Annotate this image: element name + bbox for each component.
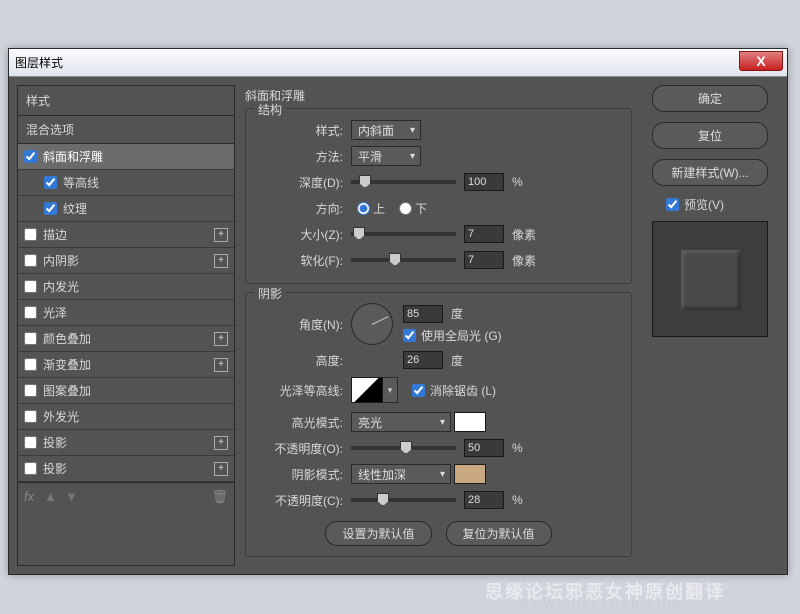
- color-overlay-checkbox[interactable]: [24, 332, 37, 345]
- close-button[interactable]: X: [739, 51, 783, 71]
- highlight-opacity-slider[interactable]: [351, 446, 456, 450]
- altitude-label: 高度:: [256, 352, 351, 369]
- structure-group: 结构 样式: 内斜面 方法: 平滑 深度(D): % 方向: 上: [245, 108, 632, 284]
- shadow-mode-label: 阴影模式:: [256, 466, 351, 483]
- direction-down-radio[interactable]: [399, 202, 412, 215]
- arrow-up-icon[interactable]: ▲: [44, 489, 57, 504]
- effects-footer: fx ▲ ▼ 🗑: [18, 482, 234, 510]
- styles-header[interactable]: 样式: [18, 86, 234, 116]
- inner-glow-checkbox[interactable]: [24, 280, 37, 293]
- contour-checkbox[interactable]: [44, 176, 57, 189]
- effect-stroke[interactable]: 描边 +: [18, 222, 234, 248]
- antialias-checkbox[interactable]: [412, 384, 425, 397]
- effect-contour[interactable]: 等高线: [18, 170, 234, 196]
- technique-select[interactable]: 平滑: [351, 146, 421, 166]
- layer-style-dialog: 图层样式 X 样式 混合选项 斜面和浮雕 等高线 纹理 描边 +: [8, 48, 788, 575]
- highlight-opacity-input[interactable]: [464, 439, 504, 457]
- plus-icon[interactable]: +: [214, 462, 228, 476]
- shadow-mode-select[interactable]: 线性加深: [351, 464, 451, 484]
- pattern-overlay-checkbox[interactable]: [24, 384, 37, 397]
- effect-gradient-overlay[interactable]: 渐变叠加 +: [18, 352, 234, 378]
- cancel-button[interactable]: 复位: [652, 122, 768, 149]
- gloss-contour-label: 光泽等高线:: [256, 382, 351, 399]
- highlight-mode-label: 高光模式:: [256, 414, 351, 431]
- shadow-opacity-label: 不透明度(C):: [256, 492, 351, 509]
- angle-label: 角度(N):: [256, 316, 351, 333]
- plus-icon[interactable]: +: [214, 228, 228, 242]
- altitude-input[interactable]: [403, 351, 443, 369]
- shadow-opacity-slider[interactable]: [351, 498, 456, 502]
- drop-shadow-2-checkbox[interactable]: [24, 462, 37, 475]
- depth-input[interactable]: [464, 173, 504, 191]
- style-select[interactable]: 内斜面: [351, 120, 421, 140]
- shading-group: 阴影 角度(N): 度 使用全局光 (G): [245, 292, 632, 557]
- soften-input[interactable]: [464, 251, 504, 269]
- effect-drop-shadow-2[interactable]: 投影 +: [18, 456, 234, 482]
- effect-inner-shadow[interactable]: 内阴影 +: [18, 248, 234, 274]
- actions-panel: 确定 复位 新建样式(W)... 预览(V): [642, 85, 777, 566]
- size-slider[interactable]: [351, 232, 456, 236]
- depth-slider[interactable]: [351, 180, 456, 184]
- make-default-button[interactable]: 设置为默认值: [325, 521, 431, 546]
- effect-color-overlay[interactable]: 颜色叠加 +: [18, 326, 234, 352]
- effect-outer-glow[interactable]: 外发光: [18, 404, 234, 430]
- ok-button[interactable]: 确定: [652, 85, 768, 112]
- preview-thumbnail: [652, 221, 768, 337]
- reset-default-button[interactable]: 复位为默认值: [446, 521, 552, 546]
- blending-options[interactable]: 混合选项: [18, 116, 234, 144]
- direction-label: 方向:: [256, 200, 351, 217]
- soften-label: 软化(F):: [256, 252, 351, 269]
- bevel-checkbox[interactable]: [24, 150, 37, 163]
- drop-shadow-1-checkbox[interactable]: [24, 436, 37, 449]
- plus-icon[interactable]: +: [214, 332, 228, 346]
- panel-title: 斜面和浮雕: [245, 87, 632, 104]
- angle-input[interactable]: [403, 305, 443, 323]
- dialog-title: 图层样式: [15, 54, 63, 71]
- trash-icon[interactable]: 🗑: [211, 489, 228, 505]
- preview-label: 预览(V): [684, 196, 724, 213]
- new-style-button[interactable]: 新建样式(W)...: [652, 159, 768, 186]
- plus-icon[interactable]: +: [214, 436, 228, 450]
- effect-drop-shadow-1[interactable]: 投影 +: [18, 430, 234, 456]
- highlight-opacity-label: 不透明度(O):: [256, 440, 351, 457]
- watermark-url: www.missyuan.com: [518, 595, 682, 612]
- effect-texture[interactable]: 纹理: [18, 196, 234, 222]
- plus-icon[interactable]: +: [214, 358, 228, 372]
- styles-panel: 样式 混合选项 斜面和浮雕 等高线 纹理 描边 + 内阴影: [17, 85, 235, 566]
- arrow-down-icon[interactable]: ▼: [65, 489, 78, 504]
- angle-dial[interactable]: [351, 303, 393, 345]
- style-label: 样式:: [256, 122, 351, 139]
- depth-label: 深度(D):: [256, 174, 351, 191]
- highlight-mode-select[interactable]: 亮光: [351, 412, 451, 432]
- titlebar[interactable]: 图层样式 X: [9, 49, 787, 77]
- global-light-checkbox[interactable]: [403, 329, 416, 342]
- shadow-color-swatch[interactable]: [454, 464, 486, 484]
- effect-satin[interactable]: 光泽: [18, 300, 234, 326]
- outer-glow-checkbox[interactable]: [24, 410, 37, 423]
- stroke-checkbox[interactable]: [24, 228, 37, 241]
- size-input[interactable]: [464, 225, 504, 243]
- effect-bevel-emboss[interactable]: 斜面和浮雕: [18, 144, 234, 170]
- preview-checkbox[interactable]: [666, 198, 679, 211]
- texture-checkbox[interactable]: [44, 202, 57, 215]
- fx-icon[interactable]: fx: [24, 489, 34, 504]
- gloss-contour-swatch[interactable]: [351, 377, 383, 403]
- plus-icon[interactable]: +: [214, 254, 228, 268]
- technique-label: 方法:: [256, 148, 351, 165]
- size-label: 大小(Z):: [256, 226, 351, 243]
- inner-shadow-checkbox[interactable]: [24, 254, 37, 267]
- highlight-color-swatch[interactable]: [454, 412, 486, 432]
- gloss-contour-dropdown[interactable]: ▾: [383, 377, 398, 403]
- direction-up-radio[interactable]: [357, 202, 370, 215]
- gradient-overlay-checkbox[interactable]: [24, 358, 37, 371]
- settings-panel: 斜面和浮雕 结构 样式: 内斜面 方法: 平滑 深度(D): %: [235, 85, 642, 566]
- effect-inner-glow[interactable]: 内发光: [18, 274, 234, 300]
- effect-pattern-overlay[interactable]: 图案叠加: [18, 378, 234, 404]
- shadow-opacity-input[interactable]: [464, 491, 504, 509]
- satin-checkbox[interactable]: [24, 306, 37, 319]
- soften-slider[interactable]: [351, 258, 456, 262]
